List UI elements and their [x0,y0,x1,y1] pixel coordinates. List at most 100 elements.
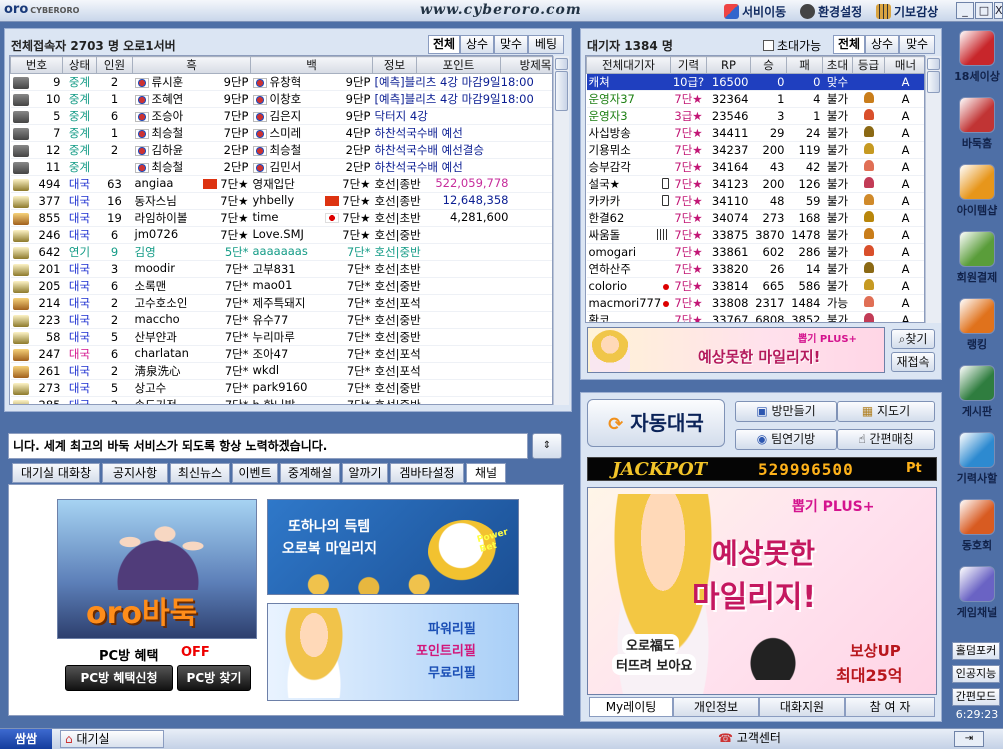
mini-mileage-ad[interactable]: 뽑기 PLUS+ 예상못한 마일리지! [587,327,885,373]
tab-all-waiting[interactable]: 전체 [833,35,865,54]
waiting-row[interactable]: colorio 7단★ 33814 665 586 불가 A [586,277,924,295]
sidebar-item[interactable]: 18세이상 [953,30,1001,84]
game-row[interactable]: 58 대국 5 산부얀과 7단* 누리마루 7단* 호선|중반 [10,328,552,346]
close-button[interactable]: X [994,2,1003,19]
teaching-game-button[interactable]: ▦ 지도기 [837,401,935,422]
sidebar-item[interactable]: 랭킹 [953,298,1001,352]
sub-tab[interactable]: 알까기 [342,463,388,483]
sidebar-item[interactable]: 기력사할 [953,432,1001,486]
waiting-scrollbar[interactable] [925,56,941,323]
reconnect-button[interactable]: 재접속 [891,352,935,372]
waiting-col-header[interactable]: 승 [750,56,787,74]
games-col-header[interactable]: 포인트 [416,56,501,74]
sidebar-item[interactable]: 동호회 [953,499,1001,553]
scroll-up-arrow[interactable] [927,58,940,70]
service-move-button[interactable]: 서비이동 [724,3,786,20]
sidebar-item[interactable]: 게시판 [953,365,1001,419]
sidebar-item[interactable]: 아이템샵 [953,164,1001,218]
game-row[interactable]: 5 중계 6 조승아 7단P 김은지 9단P 닥터지 4강 [10,107,552,125]
tab-equal-waiting[interactable]: 맞수 [899,35,935,54]
game-row[interactable]: 261 대국 2 淸泉洗心 7단* wkdl 7단* 호선|포석 [10,362,552,380]
minimize-button[interactable]: _ [956,2,974,19]
sub-tab[interactable]: 공지사항 [102,463,168,483]
holdem-poker-button[interactable]: 홀덤포커 [952,642,1000,660]
sidebar-item[interactable]: 바둑홈 [953,97,1001,151]
games-col-header[interactable]: 백 [250,56,373,74]
games-col-header[interactable]: 흑 [132,56,251,74]
invite-checkbox[interactable] [763,40,774,51]
auto-game-button[interactable]: ⟳ 자동대국 [587,399,725,447]
game-row[interactable]: 223 대국 2 maccho 7단* 유수77 7단* 호선|중반 [10,311,552,329]
waiting-row[interactable]: 운영자37 7단★ 32364 1 4 불가 A [586,90,924,108]
games-col-header[interactable]: 인원 [96,56,133,74]
ai-button[interactable]: 인공지능 [952,665,1000,683]
game-row[interactable]: 214 대국 2 고수호소인 7단* 제주특돼지 7단* 호선|포석 [10,294,552,312]
settings-button[interactable]: 환경설정 [800,3,862,20]
customer-center-button[interactable]: ☎ 고객센터 [718,730,790,748]
games-col-header[interactable]: 상태 [62,56,97,74]
games-col-header[interactable]: 정보 [372,56,417,74]
game-row[interactable]: 205 대국 6 소록맨 7단* mao01 7단* 호선|중반 [10,277,552,295]
waiting-row[interactable]: 연하산주 7단★ 33820 26 14 불가 A [586,260,924,278]
games-scrollbar[interactable] [553,56,569,405]
maximize-button[interactable]: □ [975,2,993,19]
sub-tab[interactable]: 중계해설 [280,463,340,483]
waiting-col-header[interactable]: 매너 [884,56,924,74]
scroll-thumb[interactable] [927,71,940,93]
record-view-button[interactable]: 기보감상 [876,3,938,20]
scroll-thumb[interactable] [555,71,568,111]
waiting-row[interactable]: 설국★ 7단★ 34123 200 126 불가 A [586,175,924,193]
game-row[interactable]: 11 중계 최승철 2단P 김민서 2단P 하찬석국수배 예선 [10,158,552,176]
tab-higher-games[interactable]: 상수 [460,35,494,54]
game-row[interactable]: 10 중계 1 조혜연 9단P 이창호 9단P [예측]블리츠 4강 마감9일18:00 [10,90,552,108]
waiting-col-header[interactable]: 전체대기자 [586,56,671,74]
game-row[interactable]: 494 대국 63 angiaa 7단★ 영재입단 7단★ 호선|종반 522,059,778 [10,175,552,193]
make-room-button[interactable]: ▣ 방만들기 [735,401,837,422]
game-row[interactable]: 9 중계 2 류시훈 9단P 유창혁 9단P [예측]블리츠 4강 마감9일18:00 [10,73,552,91]
oro-baduk-banner[interactable]: oro바둑 [57,499,257,639]
team-game-button[interactable]: ◉ 팀연기방 [735,429,837,450]
waiting-col-header[interactable]: 초대 [822,56,853,74]
sub-tab[interactable]: 채널 [466,463,506,483]
game-row[interactable]: 7 중계 1 최승철 7단P 스미레 4단P 하찬석국수배 예선 [10,124,552,142]
bottom-tab[interactable]: 참 여 자 [845,697,935,717]
bottom-tab[interactable]: 대화지원 [759,697,845,717]
waiting-room-task[interactable]: ⌂ 대기실 [60,730,164,748]
waiting-row[interactable]: 싸움돌 7단★ 33875 3870 1478 불가 A [586,226,924,244]
waiting-row[interactable]: 황코 7단★ 33767 6808 3852 불가 A [586,311,924,322]
game-row[interactable]: 377 대국 16 동자스님 7단★ yhbelly 7단★ 호선|종반 12,648,358 [10,192,552,210]
waiting-row[interactable]: 카카카 7단★ 34110 48 59 불가 A [586,192,924,210]
game-row[interactable]: 246 대국 6 jm0726 7단★ Love.SMJ 7단★ 호선|중반 [10,226,552,244]
game-row[interactable]: 201 대국 3 moodir 7단* 고부831 7단* 호선|초반 [10,260,552,278]
game-row[interactable]: 247 대국 6 charlatan 7단* 조아47 7단* 호선|포석 [10,345,552,363]
find-button[interactable]: ⌕찾기 [891,329,935,349]
sub-tab[interactable]: 최신뉴스 [170,463,230,483]
game-row[interactable]: 285 대국 2 송도기전 7단* h.한니발 7단* 호선|중반 [10,396,552,404]
sub-tab[interactable]: 이벤트 [232,463,278,483]
game-row[interactable]: 855 대국 19 라임하이볼 7단★ time 7단★ 호선|초반 4,281,600 [10,209,552,227]
waiting-row[interactable]: 캐쳐 10급? 16500 0 0 맞수 A [586,73,924,91]
waiting-col-header[interactable]: RP [706,56,751,74]
games-col-header[interactable]: 방제목 [500,56,552,74]
tab-all-games[interactable]: 전체 [428,35,460,54]
waiting-row[interactable]: 운영자3 3급★ 23546 3 1 불가 A [586,107,924,125]
simple-match-button[interactable]: ☝ 간편매칭 [837,429,935,450]
waiting-row[interactable]: omogari 7단★ 33861 602 286 불가 A [586,243,924,261]
bottom-tab[interactable]: My레이팅 [589,697,673,717]
mileage-big-ad[interactable]: 뽑기 PLUS+ 예상못한 마일리지! 오로福도 터뜨려 보아요 보상UP 최대… [587,487,937,695]
tab-higher-waiting[interactable]: 상수 [865,35,899,54]
bottom-tab[interactable]: 개인정보 [673,697,759,717]
waiting-row[interactable]: 사십방송 7단★ 34411 29 24 불가 A [586,124,924,142]
waiting-row[interactable]: 한결62 7단★ 34074 273 168 불가 A [586,209,924,227]
waiting-col-header[interactable]: 등급 [852,56,885,74]
invite-filter[interactable]: 초대가능 [763,37,821,54]
notice-scroll-button[interactable]: ⇕ [532,433,562,459]
sidebar-item[interactable]: 게임채널 [953,566,1001,620]
tray-icon[interactable]: ⇥ [954,731,984,747]
sub-tab[interactable]: 대기실 대화창 [12,463,100,483]
sidebar-item[interactable]: 회원결제 [953,231,1001,285]
games-col-header[interactable]: 번호 [10,56,63,74]
waiting-row[interactable]: macmori777 7단★ 33808 2317 1484 가능 A [586,294,924,312]
tab-betting-games[interactable]: 베팅 [528,35,564,54]
mileage-banner[interactable]: 또하나의 득템 오로복 마일리지 Power Bet [267,499,519,595]
